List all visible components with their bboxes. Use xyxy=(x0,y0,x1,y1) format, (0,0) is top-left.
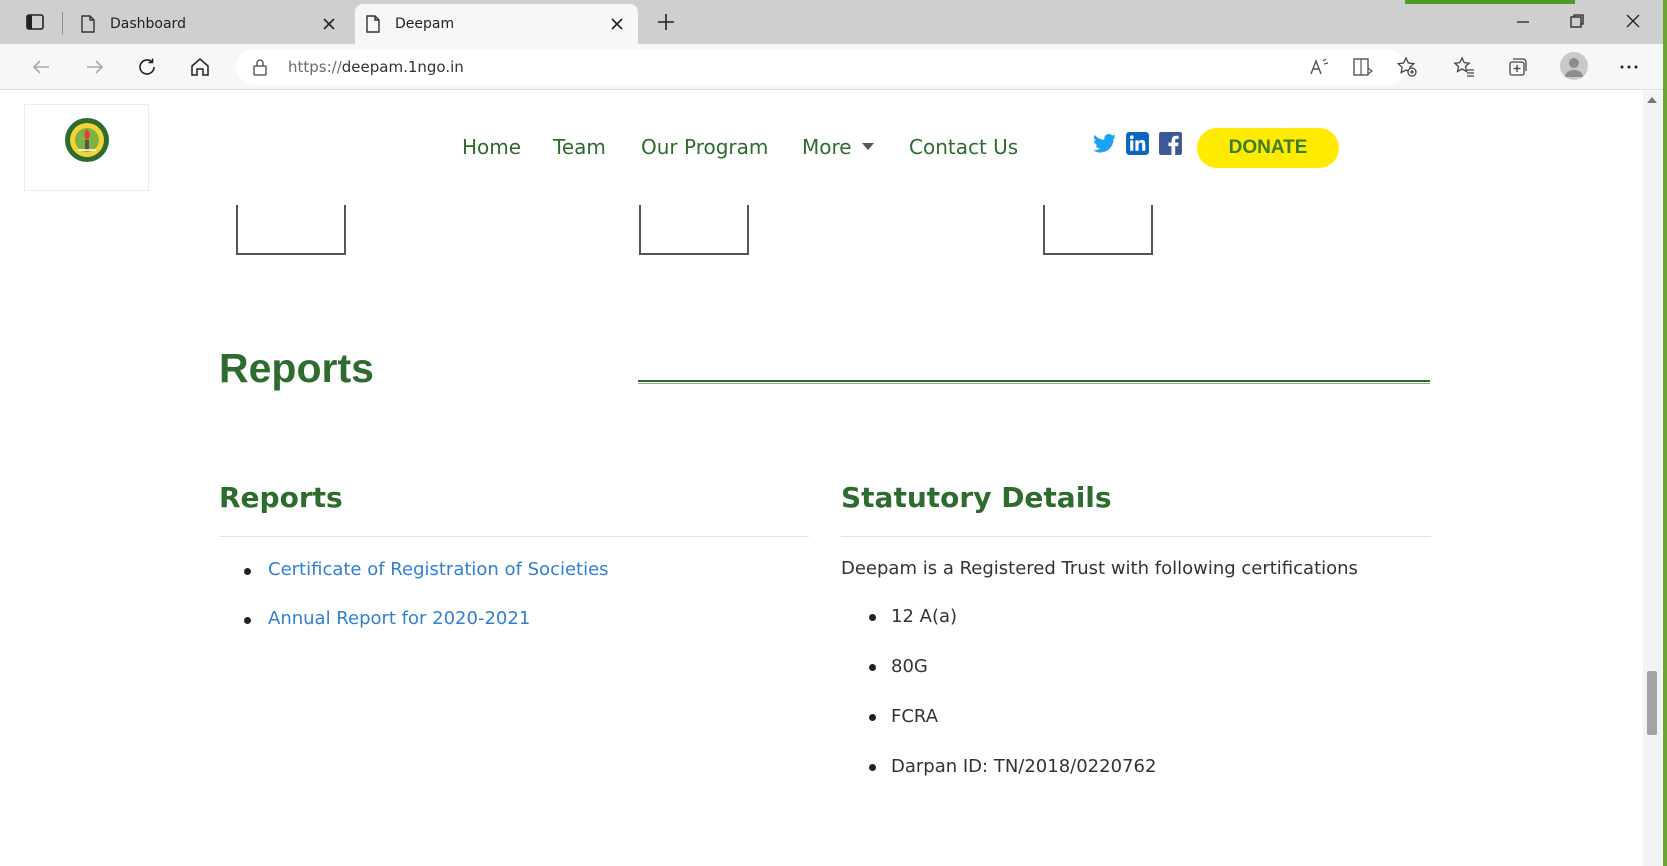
url-text[interactable]: https://deepam.1ngo.in xyxy=(288,58,464,76)
close-icon[interactable] xyxy=(322,17,336,31)
image-frame xyxy=(639,205,749,255)
lock-icon[interactable] xyxy=(252,58,268,76)
new-tab-icon[interactable] xyxy=(656,12,676,32)
minimize-icon[interactable] xyxy=(1514,12,1532,30)
reports-divider xyxy=(219,536,809,537)
section-divider xyxy=(638,380,1430,384)
tab-label: Deepam xyxy=(395,16,455,32)
favorites-icon[interactable] xyxy=(1453,56,1475,78)
reports-heading: Reports xyxy=(219,481,343,514)
nav-more[interactable]: More xyxy=(802,135,852,159)
list-item: 80G xyxy=(869,656,1156,706)
section-title: Reports xyxy=(219,345,374,391)
nav-home[interactable]: Home xyxy=(462,135,521,159)
image-frame xyxy=(236,205,346,255)
close-window-icon[interactable] xyxy=(1624,12,1642,30)
tab-dashboard[interactable]: Dashboard xyxy=(70,4,350,44)
page-scrollbar[interactable] xyxy=(1643,91,1661,866)
page-viewport: Home Team Our Program More Contact Us DO… xyxy=(7,91,1643,866)
site-header: Home Team Our Program More Contact Us DO… xyxy=(7,91,1643,195)
list-item: Certificate of Registration of Societies xyxy=(242,559,609,608)
list-item: Darpan ID: TN/2018/0220762 xyxy=(869,756,1156,806)
tab-separator xyxy=(62,12,63,34)
statutory-heading: Statutory Details xyxy=(841,481,1112,514)
url-bar[interactable]: https://deepam.1ngo.in xyxy=(236,49,1406,85)
url-protocol: https:// xyxy=(288,58,342,76)
immersive-reader-icon[interactable] xyxy=(1352,56,1374,78)
address-toolbar: https://deepam.1ngo.in xyxy=(0,44,1667,90)
home-icon[interactable] xyxy=(189,56,211,78)
page-icon xyxy=(366,15,380,33)
scroll-up-icon[interactable] xyxy=(1647,97,1657,103)
user-icon xyxy=(1565,58,1583,77)
list-item: FCRA xyxy=(869,706,1156,756)
nav-our-program[interactable]: Our Program xyxy=(641,135,768,159)
certificate-registration-link[interactable]: Certificate of Registration of Societies xyxy=(268,559,609,580)
collections-icon[interactable] xyxy=(1506,56,1528,78)
reports-list: Certificate of Registration of Societies… xyxy=(242,559,609,657)
scroll-thumb[interactable] xyxy=(1647,671,1657,735)
list-item: Annual Report for 2020-2021 xyxy=(242,608,609,657)
nav-team[interactable]: Team xyxy=(553,135,606,159)
nav-contact-us[interactable]: Contact Us xyxy=(909,135,1018,159)
chevron-down-icon[interactable] xyxy=(862,143,874,150)
tab-label: Dashboard xyxy=(110,16,186,32)
background-accent xyxy=(1663,0,1667,866)
image-frame xyxy=(1043,205,1153,255)
url-host: deepam.1ngo.in xyxy=(341,58,464,76)
page-icon xyxy=(81,15,95,33)
annual-report-link[interactable]: Annual Report for 2020-2021 xyxy=(268,608,530,629)
profile-avatar[interactable] xyxy=(1560,52,1588,80)
twitter-icon[interactable] xyxy=(1092,131,1117,156)
refresh-icon[interactable] xyxy=(136,56,158,78)
back-icon[interactable] xyxy=(30,56,52,78)
restore-icon[interactable] xyxy=(1568,12,1586,30)
tab-deepam[interactable]: Deepam xyxy=(355,4,638,44)
list-item: 12 A(a) xyxy=(869,606,1156,656)
add-favorite-icon[interactable] xyxy=(1396,56,1418,78)
more-options-icon[interactable] xyxy=(1618,56,1640,78)
statutory-intro: Deepam is a Registered Trust with follow… xyxy=(841,558,1358,579)
facebook-icon[interactable] xyxy=(1158,131,1183,156)
tab-actions-icon[interactable] xyxy=(24,11,46,33)
linkedin-icon[interactable] xyxy=(1125,131,1150,156)
deepam-logo[interactable] xyxy=(64,117,110,163)
donate-button[interactable]: DONATE xyxy=(1197,128,1339,168)
background-accent xyxy=(1405,0,1575,4)
read-aloud-icon[interactable] xyxy=(1308,56,1330,78)
forward-icon[interactable] xyxy=(84,56,106,78)
statutory-divider xyxy=(841,536,1431,537)
close-icon[interactable] xyxy=(610,17,624,31)
certifications-list: 12 A(a) 80G FCRA Darpan ID: TN/2018/0220… xyxy=(869,606,1156,806)
browser-tab-bar: Dashboard Deepam xyxy=(0,0,1667,44)
